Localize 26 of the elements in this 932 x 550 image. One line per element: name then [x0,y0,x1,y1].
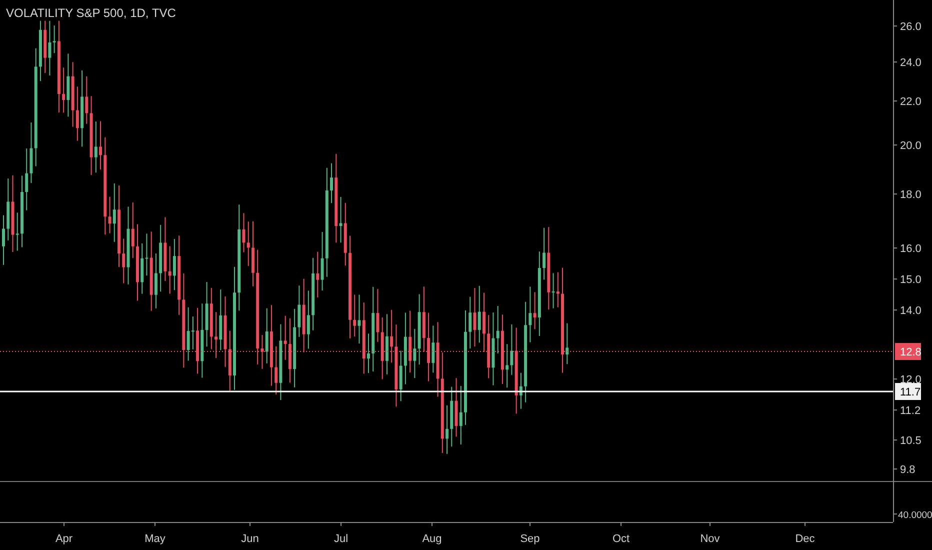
time-axis-label: Jun [241,533,259,545]
time-axis-label: Sep [520,533,540,545]
lower-pane-axis-label: 40.0000 [898,510,932,521]
current-price-badge: 12.8 [895,343,922,360]
time-axis-label: Dec [795,533,815,545]
horizontal-line-price-badge: 11.7 [895,383,921,400]
price-axis-label: 9.8 [900,464,916,476]
time-axis-label: May [144,533,166,545]
horizontal-line[interactable] [0,390,893,392]
time-axis-label: Oct [612,533,630,545]
price-axis-label: 10.5 [900,435,922,447]
time-axis-label: Aug [422,533,442,545]
price-axis-label: 22.0 [900,96,922,108]
price-axis-label: 15.0 [900,274,922,286]
price-axis-label: 26.0 [900,21,922,33]
price-axis-label: 11.2 [900,405,921,417]
price-axis-label: 16.0 [900,243,922,255]
price-axis-label: 20.0 [900,140,922,152]
chart-legend-title: VOLATILITY S&P 500, 1D, TVC [6,6,176,20]
price-axis-label: 12.0 [900,374,922,386]
price-axis-label: 24.0 [900,57,922,69]
time-axis-label: Apr [55,533,73,545]
time-axis-label: Nov [700,533,720,545]
price-axis-label: 14.0 [900,305,922,317]
price-axis-label: 18.0 [900,189,922,201]
time-axis-label: Jul [334,533,348,545]
